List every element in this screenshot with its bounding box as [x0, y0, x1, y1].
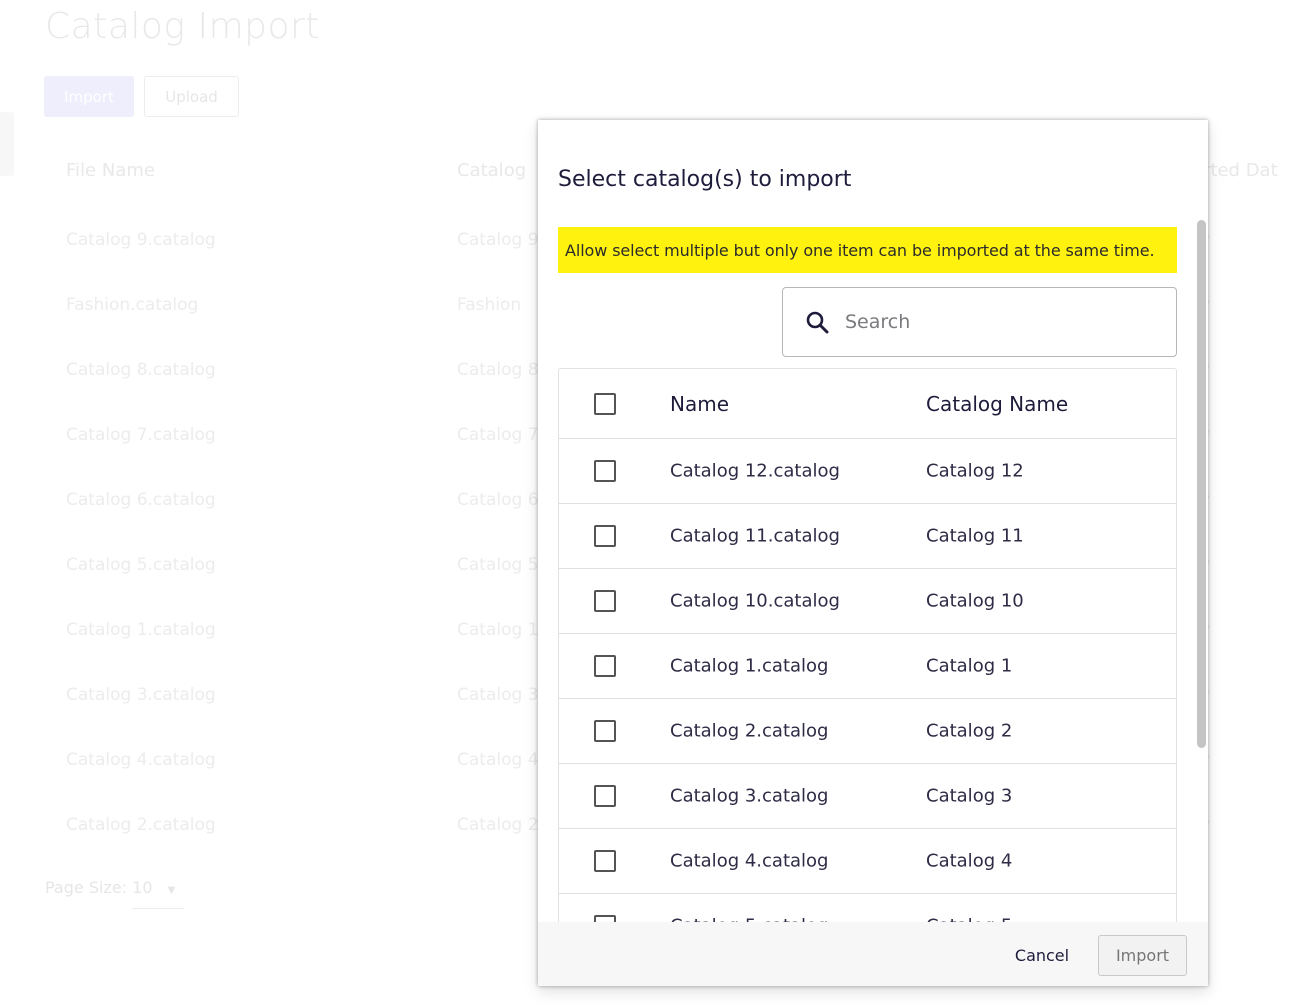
background-row-file-name: Catalog 3.catalog — [66, 685, 216, 705]
row-name: Catalog 2.catalog — [670, 720, 829, 742]
background-row-catalog: Catalog 7 — [457, 425, 539, 445]
row-checkbox[interactable] — [594, 460, 616, 482]
side-drawer-handle[interactable] — [0, 112, 14, 176]
row-checkbox[interactable] — [594, 655, 616, 677]
background-row-catalog: Catalog 5 — [457, 555, 539, 575]
dialog-scroll-area[interactable]: Allow select multiple but only one item … — [538, 220, 1208, 922]
background-row-file-name: Catalog 7.catalog — [66, 425, 216, 445]
row-checkbox[interactable] — [594, 915, 616, 922]
background-row-catalog: Catalog 9 — [457, 230, 539, 250]
background-row-file-name: Fashion.catalog — [66, 295, 199, 315]
select-catalog-dialog: Select catalog(s) to import Allow select… — [538, 120, 1208, 986]
row-checkbox[interactable] — [594, 525, 616, 547]
row-catalog-name: Catalog 3 — [926, 785, 1013, 807]
import-button[interactable]: Import — [44, 76, 134, 117]
page-size-underline — [132, 908, 184, 909]
row-checkbox[interactable] — [594, 720, 616, 742]
row-name: Catalog 4.catalog — [670, 850, 829, 872]
import-confirm-button[interactable]: Import — [1098, 935, 1187, 976]
notice-banner: Allow select multiple but only one item … — [558, 227, 1177, 273]
background-row-file-name: Catalog 9.catalog — [66, 230, 216, 250]
row-catalog-name: Catalog 11 — [926, 525, 1024, 547]
row-checkbox[interactable] — [594, 590, 616, 612]
table-row[interactable]: Catalog 12.catalog Catalog 12 — [559, 439, 1176, 504]
background-row-file-name: Catalog 8.catalog — [66, 360, 216, 380]
background-row-catalog: Fashion — [457, 295, 522, 315]
table-row[interactable]: Catalog 10.catalog Catalog 10 — [559, 569, 1176, 634]
background-row-file-name: Catalog 2.catalog — [66, 815, 216, 835]
row-name: Catalog 12.catalog — [670, 460, 840, 482]
background-row-file-name: Catalog 5.catalog — [66, 555, 216, 575]
table-row[interactable]: Catalog 11.catalog Catalog 11 — [559, 504, 1176, 569]
background-row-catalog: Catalog 2 — [457, 815, 539, 835]
row-checkbox[interactable] — [594, 785, 616, 807]
row-catalog-name: Catalog 1 — [926, 655, 1013, 677]
row-catalog-name: Catalog 12 — [926, 460, 1024, 482]
row-checkbox[interactable] — [594, 850, 616, 872]
cancel-button[interactable]: Cancel — [997, 935, 1087, 975]
row-name: Catalog 3.catalog — [670, 785, 829, 807]
table-row[interactable]: Catalog 5.catalogCatalog 5 — [559, 894, 1176, 922]
page-size-value: 10 — [132, 878, 153, 897]
background-row-catalog: Catalog 4 — [457, 750, 539, 770]
caret-down-icon: ▼ — [167, 885, 176, 896]
search-icon — [806, 311, 829, 334]
row-catalog-name: Catalog 4 — [926, 850, 1013, 872]
row-catalog-name: Catalog 10 — [926, 590, 1024, 612]
table-row[interactable]: Catalog 4.catalog Catalog 4 — [559, 829, 1176, 894]
scrollbar-thumb[interactable] — [1197, 220, 1206, 748]
table-row[interactable]: Catalog 2.catalog Catalog 2 — [559, 699, 1176, 764]
page-size-select[interactable]: Page Size: 10 ▼ — [45, 878, 175, 897]
row-catalog-name: Catalog 2 — [926, 720, 1013, 742]
background-row-catalog: Catalog 6 — [457, 490, 539, 510]
table-row[interactable]: Catalog 1.catalog Catalog 1 — [559, 634, 1176, 699]
search-input[interactable] — [843, 310, 1147, 334]
column-header-catalog-name[interactable]: Catalog Name — [926, 392, 1068, 416]
background-row-catalog: Catalog 3 — [457, 685, 539, 705]
column-header-file-name[interactable]: File Name — [66, 160, 155, 181]
dialog-footer: Cancel Import — [538, 922, 1208, 986]
column-header-name[interactable]: Name — [670, 392, 729, 416]
row-name: Catalog 11.catalog — [670, 525, 840, 547]
background-row-catalog: Catalog 8 — [457, 360, 539, 380]
background-row-file-name: Catalog 6.catalog — [66, 490, 216, 510]
row-name: Catalog 10.catalog — [670, 590, 840, 612]
search-box[interactable] — [782, 287, 1177, 357]
catalog-table: Name Catalog Name Catalog 12.catalog Cata… — [558, 368, 1177, 922]
upload-button[interactable]: Upload — [144, 76, 239, 117]
select-all-checkbox[interactable] — [594, 392, 616, 415]
page-size-label: Page Size: — [45, 878, 128, 897]
background-row-file-name: Catalog 1.catalog — [66, 620, 216, 640]
page-title: Catalog Import — [45, 6, 320, 47]
background-row-file-name: Catalog 4.catalog — [66, 750, 216, 770]
background-row-catalog: Catalog 1 — [457, 620, 539, 640]
table-header-row: Name Catalog Name — [559, 369, 1176, 439]
table-row[interactable]: Catalog 3.catalog Catalog 3 — [559, 764, 1176, 829]
row-name: Catalog 1.catalog — [670, 655, 829, 677]
dialog-title: Select catalog(s) to import — [558, 167, 852, 192]
column-header-catalog[interactable]: Catalog — [457, 160, 526, 181]
